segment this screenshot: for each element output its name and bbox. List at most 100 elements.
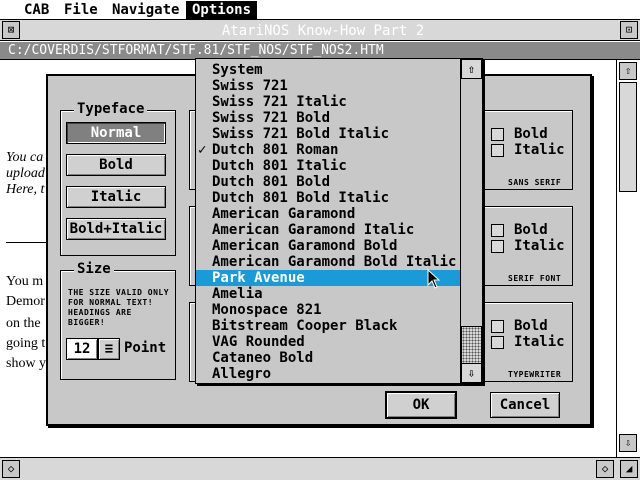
doc-line: upload — [6, 166, 45, 181]
sans-serif-caption: SANS SERIF — [508, 178, 562, 187]
font-list-item-label: Dutch 801 Roman — [212, 142, 339, 158]
font-list-item[interactable]: ✓ Dutch 801 Roman — [196, 142, 461, 158]
font-list-item-label: VAG Rounded — [212, 334, 305, 350]
up-arrow-icon[interactable]: ⇧ — [461, 59, 482, 79]
size-value[interactable]: 12 — [66, 338, 98, 360]
font-list-item-label: Swiss 721 Italic — [212, 94, 347, 110]
font-list-item[interactable]: Swiss 721 Bold Italic — [196, 126, 461, 142]
font-list-item[interactable]: Allegro — [196, 366, 461, 382]
vertical-scrollbar[interactable]: ⇧ ⇩ — [616, 60, 640, 457]
menu-options[interactable]: Options — [186, 1, 258, 19]
typewriter-italic-checkbox[interactable] — [491, 336, 504, 349]
fuller-icon[interactable]: ⊡ — [620, 21, 638, 39]
doc-line: You m — [6, 274, 44, 289]
font-list-item[interactable]: VAG Rounded — [196, 334, 461, 350]
font-list-item-label: Park Avenue — [212, 270, 305, 286]
font-list-item[interactable]: American Garamond Italic — [196, 222, 461, 238]
typewriter-bold-label: Bold — [514, 318, 548, 334]
font-list-item-label: American Garamond Bold Italic — [212, 254, 457, 270]
font-list-item-label: Cataneo Bold — [212, 350, 314, 366]
font-dropdown[interactable]: System Swiss 721 Swiss 721 Italic Swiss 721… — [195, 58, 483, 384]
font-list-item[interactable]: Swiss 721 Italic — [196, 94, 461, 110]
serif-italic-label: Italic — [514, 238, 565, 254]
font-list-item[interactable]: American Garamond — [196, 206, 461, 222]
sans-bold-checkbox[interactable] — [491, 128, 504, 141]
cancel-button[interactable]: Cancel — [490, 392, 560, 418]
down-arrow-icon[interactable]: ⇩ — [461, 363, 482, 383]
right-arrow-icon[interactable]: ◇ — [596, 460, 614, 478]
italic-button[interactable]: Italic — [66, 186, 166, 208]
down-arrow-icon[interactable]: ⇩ — [619, 434, 637, 452]
sans-italic-label: Italic — [514, 142, 565, 158]
window-title: AtariNOS Know-How Part 2 — [221, 23, 425, 39]
left-arrow-icon[interactable]: ◇ — [2, 460, 20, 478]
font-list-item[interactable]: American Garamond Bold Italic — [196, 254, 461, 270]
size-unit: Point — [124, 340, 167, 356]
font-list-item[interactable]: Bitstream Cooper Black — [196, 318, 461, 334]
font-list-item[interactable]: Monospace 821 — [196, 302, 461, 318]
menu-bar: CAB File Navigate Options — [0, 0, 640, 20]
close-icon[interactable]: ⊠ — [2, 21, 20, 39]
font-list-scrollbar[interactable]: ⇧ ⇩ — [460, 59, 482, 383]
size-dropdown-icon[interactable]: ≡ — [98, 338, 120, 360]
doc-line: on the — [6, 316, 41, 331]
sans-bold-label: Bold — [514, 126, 548, 142]
mouse-pointer-icon — [427, 269, 441, 289]
font-list-item[interactable]: Amelia — [196, 286, 461, 302]
up-arrow-icon[interactable]: ⇧ — [619, 62, 637, 80]
font-list-item-label: Dutch 801 Bold — [212, 174, 331, 190]
font-list-item[interactable]: Cataneo Bold — [196, 350, 461, 366]
font-list-item-label: Bitstream Cooper Black — [212, 318, 398, 334]
font-list-item-label: American Garamond Bold — [212, 238, 398, 254]
serif-bold-label: Bold — [514, 222, 548, 238]
font-list-item[interactable]: System — [196, 62, 461, 78]
typewriter-italic-label: Italic — [514, 334, 565, 350]
font-list-item[interactable]: Dutch 801 Italic — [196, 158, 461, 174]
size-note: THE SIZE VALID ONLY FOR NORMAL TEXT! HEA… — [68, 288, 170, 327]
normal-button[interactable]: Normal — [66, 122, 166, 144]
bold-button[interactable]: Bold — [66, 154, 166, 176]
font-list-item-label: Monospace 821 — [212, 302, 322, 318]
font-list-scroll-thumb[interactable] — [461, 326, 482, 364]
font-list-item[interactable]: Swiss 721 Bold — [196, 110, 461, 126]
typewriter-bold-checkbox[interactable] — [491, 320, 504, 333]
font-list-item-label: Dutch 801 Italic — [212, 158, 347, 174]
font-list-item[interactable]: Dutch 801 Bold — [196, 174, 461, 190]
doc-line: going t — [6, 336, 46, 351]
typewriter-caption: TYPEWRITER — [508, 370, 562, 379]
font-list-item[interactable]: American Garamond Bold — [196, 238, 461, 254]
font-list-item-label: System — [212, 62, 263, 78]
font-list-item-label: American Garamond — [212, 206, 356, 222]
font-list: System Swiss 721 Swiss 721 Italic Swiss 721… — [196, 59, 461, 383]
doc-rule — [6, 242, 46, 243]
doc-line: Demor — [6, 294, 45, 309]
horizontal-scrollbar[interactable]: ◇ ◇ ◢ — [0, 457, 640, 480]
font-list-item-label: Amelia — [212, 286, 263, 302]
font-list-item-label: American Garamond Italic — [212, 222, 415, 238]
serif-bold-checkbox[interactable] — [491, 224, 504, 237]
doc-line: Here, t — [6, 182, 45, 197]
font-list-item-label: Swiss 721 — [212, 78, 288, 94]
size-box-icon[interactable]: ◢ — [620, 460, 638, 478]
menu-navigate[interactable]: Navigate — [106, 1, 185, 19]
size-title: Size — [74, 261, 114, 277]
typeface-title: Typeface — [74, 101, 148, 117]
menu-cab[interactable]: CAB — [18, 1, 55, 19]
font-list-item-label: Swiss 721 Bold Italic — [212, 126, 390, 142]
font-list-item[interactable]: Park Avenue — [196, 270, 461, 286]
serif-caption: SERIF FONT — [508, 274, 562, 283]
bold-italic-button[interactable]: Bold+Italic — [66, 218, 166, 240]
font-list-item-label: Allegro — [212, 366, 272, 382]
checkmark-icon: ✓ — [198, 142, 207, 158]
font-list-item-label: Dutch 801 Bold Italic — [212, 190, 390, 206]
doc-line: You ca — [6, 150, 44, 165]
font-list-item[interactable]: Dutch 801 Bold Italic — [196, 190, 461, 206]
doc-line: show y — [6, 356, 47, 371]
font-list-item[interactable]: Swiss 721 — [196, 78, 461, 94]
font-list-item-label: Swiss 721 Bold — [212, 110, 331, 126]
ok-button[interactable]: OK — [385, 391, 457, 419]
menu-file[interactable]: File — [58, 1, 104, 19]
serif-italic-checkbox[interactable] — [491, 240, 504, 253]
sans-italic-checkbox[interactable] — [491, 144, 504, 157]
scroll-thumb[interactable] — [619, 82, 637, 192]
